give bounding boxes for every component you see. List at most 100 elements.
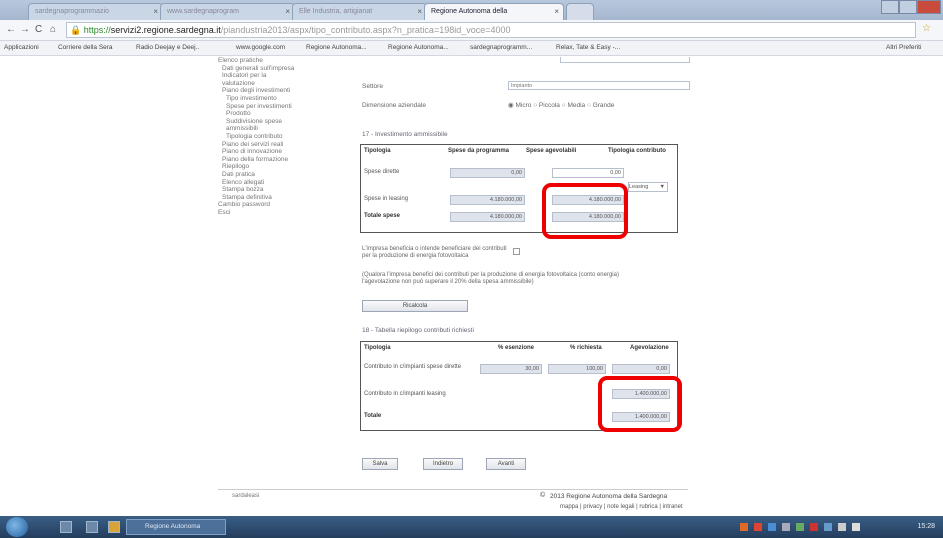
sidebar-item[interactable]: Indicatori per la <box>218 72 348 80</box>
section-title: 18 - Tabella riepilogo contributi richie… <box>362 327 474 334</box>
minimize-button[interactable] <box>881 0 899 14</box>
sidebar-item[interactable]: Dati pratica <box>218 171 348 179</box>
row-label: Spese dirette <box>364 169 400 175</box>
sidebar-item[interactable]: Dati generali sull'impresa <box>218 65 348 73</box>
tray-icon[interactable] <box>740 523 748 531</box>
spese-programma-input[interactable]: 0,00 <box>450 168 525 178</box>
sidebar-item[interactable]: valutazione <box>218 80 348 88</box>
maximize-button[interactable] <box>898 0 917 14</box>
bookmark-folder[interactable]: Altri Preferiti <box>886 44 921 51</box>
column-header: Spese da programma <box>448 148 510 154</box>
bookmark-item[interactable]: Regione Autonoma... <box>388 44 449 51</box>
spese-agevolabili-input[interactable]: 0,00 <box>552 168 624 178</box>
address-bar-row: ← → C ⌂ 🔒 https://servizi2.regione.sarde… <box>0 20 943 41</box>
section-title: 17 - Investimento ammissibile <box>362 131 448 138</box>
bookmark-item[interactable]: Corriere della Sera <box>58 44 113 51</box>
clock[interactable]: 15:28 <box>917 523 935 530</box>
tray-icon[interactable] <box>824 523 832 531</box>
sidebar-item[interactable]: Stampa definitiva <box>218 194 348 202</box>
row-label: Contributo in c/impianti leasing <box>364 391 446 397</box>
taskbar-icon[interactable] <box>86 521 98 533</box>
spese-programma-input[interactable]: 4.180.000,00 <box>450 195 525 205</box>
volume-icon[interactable] <box>852 523 860 531</box>
settore-field[interactable]: Impianto <box>508 81 690 90</box>
sidebar-item[interactable]: Tipologia contributo <box>218 133 348 141</box>
avanti-button[interactable]: Avanti <box>486 458 526 470</box>
tray-icon[interactable] <box>782 523 790 531</box>
close-tab-icon[interactable]: × <box>554 7 559 16</box>
sidebar-item[interactable]: Piano degli investimenti <box>218 87 348 95</box>
richiesta-input[interactable]: 100,00 <box>548 364 606 374</box>
tray-icon[interactable] <box>810 523 818 531</box>
sidebar-item[interactable]: Piano di innovazione <box>218 148 348 156</box>
sidebar-item[interactable]: Cambio password <box>218 201 348 209</box>
bookmark-item[interactable]: Relax, Tate & Easy -... <box>556 44 620 51</box>
network-icon[interactable] <box>838 523 846 531</box>
fotovoltaico-checkbox[interactable] <box>513 248 520 255</box>
ricalcola-button[interactable]: Ricalcola <box>362 300 468 312</box>
highlight-annotation <box>542 183 628 239</box>
browser-tab-active[interactable]: Regione Autonoma della × <box>424 3 564 20</box>
radio-label: Piccola <box>538 102 560 109</box>
column-header: % richiesta <box>570 345 602 351</box>
taskbar-icon[interactable] <box>60 521 72 533</box>
bookmark-star-icon[interactable]: ☆ <box>922 23 931 34</box>
close-tab-icon[interactable]: × <box>153 7 158 16</box>
indietro-button[interactable]: Indietro <box>423 458 463 470</box>
lock-icon: 🔒 <box>70 25 84 35</box>
footer-divider <box>218 489 688 490</box>
salva-button[interactable]: Salva <box>362 458 398 470</box>
folder-icon[interactable] <box>108 521 120 533</box>
url-domain: servizi2.regione.sardegna.it <box>110 25 221 35</box>
sidebar-item[interactable]: Suddivisione spese <box>218 118 348 126</box>
tab-label: sardegnaprogrammazio <box>35 8 109 15</box>
sidebar-item[interactable]: Elenco pratiche <box>218 57 348 65</box>
url-path: /piandustria2013/aspx/tipo_contributo.as… <box>220 25 511 35</box>
start-button-icon[interactable] <box>6 517 28 537</box>
bookmark-item[interactable]: Radio Deejay e Deej.. <box>136 44 199 51</box>
sidebar-item[interactable]: Esci <box>218 209 348 217</box>
footer-copyright: 2013 Regione Autonoma della Sardegna <box>550 493 668 500</box>
reload-icon[interactable]: C <box>35 24 42 35</box>
footer-left: sardaleasi <box>232 493 260 499</box>
bookmark-item[interactable]: www.google.com <box>236 44 285 51</box>
footer-links[interactable]: mappa | privacy | note legali | rubrica … <box>560 504 683 510</box>
tray-icon[interactable] <box>796 523 804 531</box>
sidebar-item[interactable]: Prodotto <box>218 110 348 118</box>
url-input[interactable]: 🔒 https://servizi2.regione.sardegna.it/p… <box>66 22 916 38</box>
sidebar-item[interactable]: Piano della formazione <box>218 156 348 164</box>
sidebar-item[interactable]: Riepilogo <box>218 163 348 171</box>
tray-icon[interactable] <box>768 523 776 531</box>
tray-icon[interactable] <box>754 523 762 531</box>
close-window-button[interactable] <box>916 0 941 14</box>
column-header: % esenzione <box>498 345 535 351</box>
sidebar-item[interactable]: Elenco allegati <box>218 179 348 187</box>
bookmark-item[interactable]: Applicazioni <box>4 44 39 51</box>
home-icon[interactable]: ⌂ <box>50 24 56 35</box>
radio-label: Micro <box>515 102 532 109</box>
taskbar-task[interactable]: Regione Autonoma <box>126 519 226 535</box>
row-label: Totale spese <box>364 213 400 219</box>
bookmark-item[interactable]: sardegnaprogramm... <box>470 44 532 51</box>
sidebar-item[interactable]: Spese per investimenti <box>218 103 348 111</box>
sidebar-item[interactable]: Tipo investimento <box>218 95 348 103</box>
close-tab-icon[interactable]: × <box>285 7 290 16</box>
close-tab-icon[interactable]: × <box>417 7 422 16</box>
tipologia-contributo-select[interactable]: Leasing ▼ <box>628 182 668 192</box>
radio-label: Grande <box>592 102 615 109</box>
browser-tab[interactable]: www.sardegnaprogram × <box>160 3 295 20</box>
row-label: Contributo in c/impianti spese dirette <box>364 364 462 370</box>
esenzione-input: 30,00 <box>480 364 542 374</box>
sidebar-item[interactable]: Stampa bozza <box>218 186 348 194</box>
sidebar-item[interactable]: Piano dei servizi reali <box>218 141 348 149</box>
forward-icon[interactable]: → <box>20 24 30 35</box>
spese-programma-total: 4.180.000,00 <box>450 212 525 222</box>
fotovoltaico-label: L'impresa beneficia o intende beneficiar… <box>362 246 507 259</box>
new-tab-button[interactable] <box>566 3 594 20</box>
browser-tab[interactable]: sardegnaprogrammazio × <box>28 3 163 20</box>
row-label: Spese in leasing <box>364 196 409 202</box>
back-icon[interactable]: ← <box>6 24 16 35</box>
sidebar-item[interactable]: ammissibili <box>218 125 348 133</box>
browser-tab[interactable]: Elle Industria, artigianat × <box>292 3 427 20</box>
bookmark-item[interactable]: Regione Autonoma... <box>306 44 367 51</box>
